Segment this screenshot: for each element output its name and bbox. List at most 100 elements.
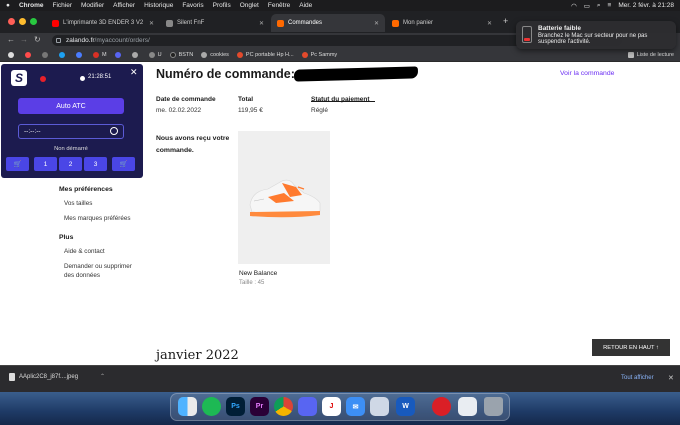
cart-button-right[interactable]: 🛒	[112, 157, 135, 171]
menu-chrome[interactable]: Chrome	[19, 2, 44, 9]
bookmark-icon[interactable]	[59, 51, 68, 58]
close-icon[interactable]: ✕	[370, 20, 379, 27]
youtube-icon	[52, 19, 59, 27]
search-icon[interactable]: ⌕	[597, 2, 601, 10]
bookmark-label: cookies	[210, 51, 229, 58]
battery-icon	[522, 26, 532, 43]
time-input[interactable]: --:--:--	[18, 124, 124, 139]
menu-modifier[interactable]: Modifier	[81, 2, 104, 9]
bookmark-pc-sammy[interactable]: Pc Sammy	[301, 51, 337, 58]
discord-icon[interactable]	[298, 397, 317, 416]
product-name[interactable]: New Balance	[239, 270, 277, 277]
lock-icon[interactable]	[56, 38, 61, 43]
bookmarks-bar: M U BSTN cookies PC portable Hp H... Pc …	[0, 48, 680, 62]
sidebar-item-sizes[interactable]: Vos tailles	[64, 200, 92, 207]
menu-afficher[interactable]: Afficher	[113, 2, 135, 9]
bookmark-m[interactable]: M	[93, 51, 107, 58]
zalando-icon	[277, 19, 284, 27]
files-icon[interactable]	[458, 397, 477, 416]
slot-button-3[interactable]: 3	[84, 157, 107, 171]
show-all-downloads-link[interactable]: Tout afficher	[621, 375, 654, 381]
trash-icon[interactable]	[484, 397, 503, 416]
spotify-icon[interactable]	[202, 397, 221, 416]
redaction-mark	[293, 66, 419, 82]
clock-dot-icon	[80, 76, 85, 81]
download-item[interactable]: AAplic2C8_j87f....jpeg	[19, 374, 78, 380]
menu-onglet[interactable]: Onglet	[240, 2, 259, 9]
menu-historique[interactable]: Historique	[144, 2, 173, 9]
low-battery-notification[interactable]: Batterie faible Branchez le Mac sur sect…	[516, 21, 676, 49]
notification-body: Branchez le Mac sur secteur pour ne pas …	[538, 33, 648, 45]
close-download-bar-icon[interactable]: ✕	[668, 374, 674, 382]
extension-logo: S	[11, 70, 27, 86]
app-icon[interactable]: J	[322, 397, 341, 416]
slot-button-2[interactable]: 2	[59, 157, 82, 171]
strikethrough-mark	[311, 101, 375, 102]
new-tab-button[interactable]: +	[503, 16, 508, 26]
bookmark-icon[interactable]	[25, 51, 34, 58]
view-order-link[interactable]: Voir la commande	[560, 70, 614, 77]
cart-icon: 🛒	[13, 161, 22, 168]
zalando-icon	[392, 19, 399, 27]
minimize-window-button[interactable]	[19, 18, 26, 25]
reading-list[interactable]: Liste de lecture	[627, 51, 674, 58]
finder-icon[interactable]	[178, 397, 197, 416]
slot-button-1[interactable]: 1	[34, 157, 57, 171]
menu-fenetre[interactable]: Fenêtre	[268, 2, 290, 9]
bookmark-icon[interactable]	[42, 51, 51, 58]
zoom-window-button[interactable]	[30, 18, 37, 25]
word-icon[interactable]: W	[396, 397, 415, 416]
back-to-top-button[interactable]: RETOUR EN HAUT ↑	[592, 339, 670, 356]
bookmark-bstn[interactable]: BSTN	[169, 51, 194, 58]
tab-ender3[interactable]: L'imprimante 3D ENDER 3 V2 ✕	[46, 14, 160, 32]
premiere-icon[interactable]: Pr	[250, 397, 269, 416]
tab-label: L'imprimante 3D ENDER 3 V2	[63, 20, 144, 26]
battery-icon[interactable]: ▭	[584, 2, 590, 10]
tab-silent-fnf[interactable]: Silent FnF ✕	[160, 14, 270, 32]
creative-cloud-icon[interactable]	[432, 397, 451, 416]
auto-atc-button[interactable]: Auto ATC	[18, 98, 124, 114]
sidebar-item-data-request-line2[interactable]: des données	[64, 272, 100, 279]
bookmark-cookies[interactable]: cookies	[201, 51, 229, 58]
sidebar-item-data-request[interactable]: Demander ou supprimer	[64, 263, 132, 270]
url-host: zalando.fr	[66, 37, 95, 44]
mail-icon[interactable]: ✉	[346, 397, 365, 416]
close-icon[interactable]: ✕	[483, 20, 492, 27]
forward-icon[interactable]: →	[20, 35, 28, 44]
reading-list-label: Liste de lecture	[636, 51, 674, 58]
reload-icon[interactable]: ↻	[34, 35, 41, 44]
close-window-button[interactable]	[8, 18, 15, 25]
menubar-datetime[interactable]: Mer. 2 févr. à 21:28	[618, 2, 674, 9]
bookmark-label: BSTN	[178, 51, 194, 58]
close-icon[interactable]: ✕	[255, 20, 264, 27]
sidebar-item-help[interactable]: Aide & contact	[64, 248, 105, 255]
tab-commandes[interactable]: Commandes ✕	[271, 14, 385, 32]
preview-icon[interactable]	[370, 397, 389, 416]
chrome-icon[interactable]	[274, 397, 293, 416]
menu-profils[interactable]: Profils	[213, 2, 231, 9]
bookmark-pc-portable[interactable]: PC portable Hp H...	[236, 51, 294, 58]
photoshop-icon[interactable]: Ps	[226, 397, 245, 416]
bookmark-icon[interactable]	[76, 51, 85, 58]
bookmark-label: M	[102, 51, 107, 58]
back-icon[interactable]: ←	[7, 35, 15, 44]
menu-favoris[interactable]: Favoris	[182, 2, 203, 9]
cart-button-left[interactable]: 🛒	[6, 157, 29, 171]
bookmark-icon[interactable]	[131, 51, 141, 58]
close-icon[interactable]: ✕	[130, 67, 138, 78]
control-center-icon[interactable]: ≡	[608, 2, 612, 9]
bookmark-icon[interactable]	[114, 51, 124, 58]
close-icon[interactable]: ✕	[145, 20, 154, 27]
chevron-up-icon[interactable]: ⌃	[100, 373, 105, 380]
sidebar-item-brands[interactable]: Mes marques préférées	[64, 215, 131, 222]
wifi-icon[interactable]: ◠	[571, 2, 577, 10]
clock-icon[interactable]	[110, 127, 118, 135]
bookmark-u[interactable]: U	[148, 51, 162, 58]
bookmark-icon[interactable]	[8, 51, 17, 58]
menu-aide[interactable]: Aide	[299, 2, 312, 9]
page-icon	[166, 19, 173, 27]
menu-fichier[interactable]: Fichier	[53, 2, 73, 9]
tab-mon-panier[interactable]: Mon panier ✕	[386, 14, 498, 32]
apple-icon[interactable]: ●	[6, 2, 10, 9]
product-image[interactable]	[238, 131, 330, 264]
